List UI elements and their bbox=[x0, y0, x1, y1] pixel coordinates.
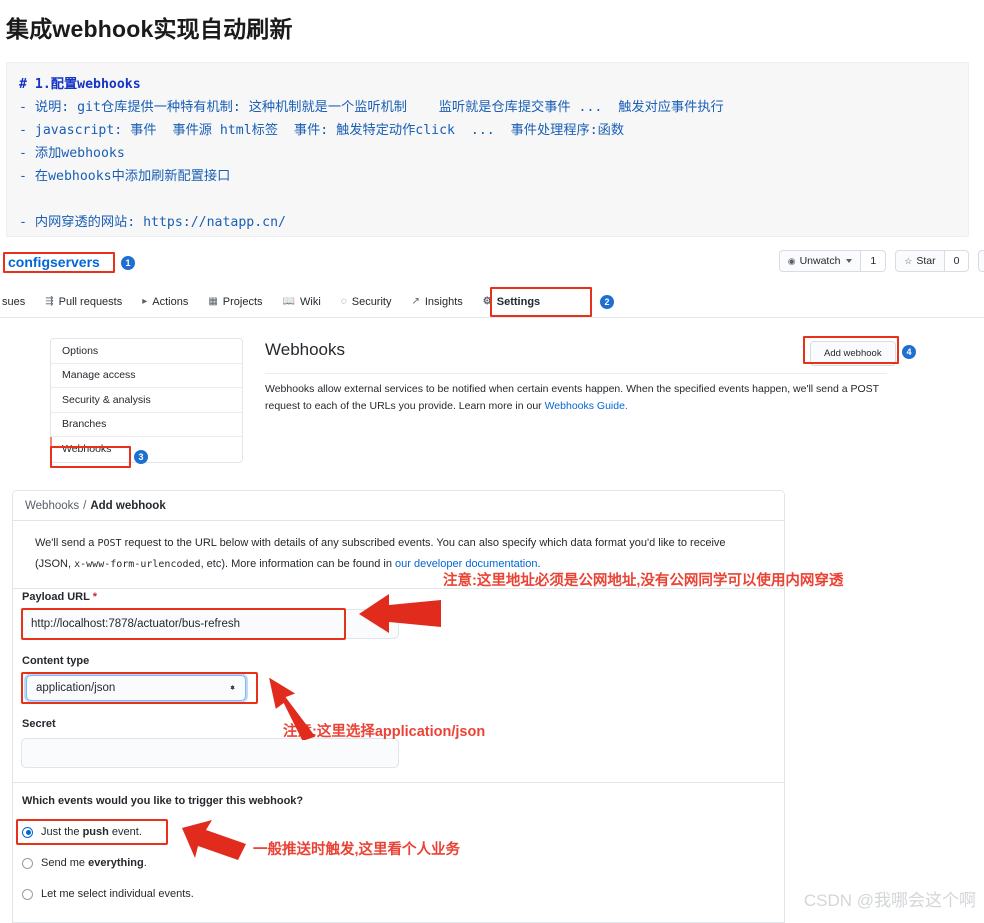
annotation-arrow-payload bbox=[359, 594, 441, 633]
eye-icon: ◉ bbox=[787, 255, 796, 266]
highlight-box-settings bbox=[490, 287, 592, 317]
nav-item-issues[interactable]: sues bbox=[0, 290, 35, 314]
nav-item-wiki[interactable]: 📖 Wiki bbox=[273, 290, 331, 314]
highlight-box-repo-name bbox=[3, 252, 115, 273]
fork-button-group[interactable]: ⇗ bbox=[978, 250, 984, 272]
payload-url-label: Payload URL * bbox=[22, 591, 97, 603]
breadcrumb-current: Add webhook bbox=[90, 499, 166, 512]
nav-item-label: Insights bbox=[424, 295, 463, 308]
settings-side-menu: Options Manage access Security & analysi… bbox=[50, 338, 243, 463]
project-board-icon: ▦ bbox=[208, 296, 218, 307]
radio-select-individual-events[interactable]: Let me select individual events. bbox=[22, 888, 194, 900]
watermark: CSDN @我哪会这个啊 bbox=[803, 891, 976, 910]
nav-item-label: Security bbox=[351, 295, 392, 308]
annotation-note-events: 一般推送时触发,这里看个人业务 bbox=[253, 842, 461, 858]
highlight-box-payload-url bbox=[21, 608, 346, 640]
star-count[interactable]: 0 bbox=[944, 250, 970, 272]
graph-icon: ↗ bbox=[411, 296, 420, 307]
fork-button[interactable]: ⇗ bbox=[978, 250, 984, 272]
unwatch-label: Unwatch bbox=[799, 254, 841, 267]
highlight-box-content-type bbox=[21, 672, 258, 704]
payload-url-label-text: Payload URL bbox=[22, 591, 90, 603]
breadcrumb: Webhooks / Add webhook bbox=[13, 491, 784, 521]
divider bbox=[12, 782, 785, 783]
nav-item-pull-requests[interactable]: ⇶ Pull requests bbox=[35, 290, 132, 314]
nav-item-label: sues bbox=[2, 295, 26, 308]
required-asterisk: * bbox=[92, 591, 97, 603]
intro-post-token: POST bbox=[97, 538, 122, 549]
shield-icon: ◌ bbox=[340, 296, 347, 307]
highlight-box-webhooks bbox=[50, 446, 131, 468]
code-line: - 内网穿透的网站: https://natapp.cn/ bbox=[19, 215, 286, 230]
sidebar-item-label: Security & analysis bbox=[62, 393, 151, 406]
annotation-badge-1: 1 bbox=[121, 256, 135, 270]
radio-icon[interactable] bbox=[22, 888, 33, 900]
sidebar-item-label: Branches bbox=[62, 418, 107, 431]
star-button[interactable]: ☆ Star bbox=[895, 250, 945, 272]
repo-nav: sues ⇶ Pull requests ▸ Actions ▦ Project… bbox=[0, 285, 550, 318]
sidebar-item-label: Manage access bbox=[62, 369, 136, 382]
chevron-down-icon bbox=[846, 259, 853, 263]
book-icon: 📖 bbox=[282, 296, 295, 307]
star-icon: ☆ bbox=[904, 255, 913, 266]
sidebar-item-branches[interactable]: Branches bbox=[51, 413, 242, 437]
nav-item-insights[interactable]: ↗ Insights bbox=[401, 290, 472, 314]
annotation-note-payload: 注意:这里地址必须是公网地址,没有公网同学可以使用内网穿透 bbox=[443, 573, 844, 589]
radio-send-everything[interactable]: Send me everything. bbox=[22, 857, 147, 869]
code-line: - 说明: git仓库提供一种特有机制: 这种机制就是一个监听机制 监听就是仓库… bbox=[19, 100, 724, 115]
sidebar-item-manage-access[interactable]: Manage access bbox=[51, 364, 242, 388]
pull-request-icon: ⇶ bbox=[45, 296, 54, 307]
code-line: - 添加webhooks bbox=[19, 146, 125, 161]
sidebar-item-label: Options bbox=[62, 344, 99, 357]
secret-input[interactable] bbox=[21, 738, 399, 768]
sidebar-item-security-analysis[interactable]: Security & analysis bbox=[51, 388, 242, 413]
content-type-label: Content type bbox=[22, 655, 90, 667]
divider bbox=[265, 373, 887, 374]
annotation-arrow-events bbox=[182, 820, 246, 860]
nav-item-security[interactable]: ◌ Security bbox=[331, 290, 402, 314]
page-root: 集成webhook实现自动刷新 # 1.配置webhooks - 说明: git… bbox=[0, 0, 984, 923]
play-icon: ▸ bbox=[142, 296, 148, 307]
highlight-box-just-push-event bbox=[16, 819, 168, 845]
radio-icon[interactable] bbox=[22, 857, 33, 869]
watch-button-group[interactable]: ◉ Unwatch 1 bbox=[778, 250, 887, 272]
code-block: # 1.配置webhooks - 说明: git仓库提供一种特有机制: 这种机制… bbox=[6, 62, 969, 237]
star-button-group[interactable]: ☆ Star 0 bbox=[895, 250, 970, 272]
nav-item-label: Actions bbox=[152, 295, 189, 308]
annotation-badge-4: 4 bbox=[902, 345, 916, 359]
code-line: - 在webhooks中添加刷新配置接口 bbox=[19, 169, 231, 184]
radio-label: Send me everything. bbox=[41, 857, 147, 869]
highlight-box-add-webhook bbox=[803, 336, 899, 364]
annotation-arrow-content-type bbox=[269, 678, 316, 740]
webhooks-heading: Webhooks bbox=[265, 340, 346, 359]
nav-item-projects[interactable]: ▦ Projects bbox=[198, 290, 272, 314]
code-line: # 1.配置webhooks bbox=[19, 77, 141, 92]
intro-urlencoded-token: x-www-form-urlencoded bbox=[74, 559, 201, 570]
sidebar-item-options[interactable]: Options bbox=[51, 339, 242, 364]
intro-seg-3: , etc). More information can be found in bbox=[200, 558, 395, 570]
webhooks-description: Webhooks allow external services to be n… bbox=[265, 381, 890, 415]
nav-item-label: Pull requests bbox=[58, 295, 123, 308]
intro-seg-1: We'll send a bbox=[35, 537, 98, 549]
page-title: 集成webhook实现自动刷新 bbox=[6, 16, 293, 42]
breadcrumb-parent[interactable]: Webhooks bbox=[25, 500, 79, 512]
unwatch-button[interactable]: ◉ Unwatch bbox=[778, 250, 862, 272]
nav-item-label: Projects bbox=[222, 295, 263, 308]
code-line: - javascript: 事件 事件源 html标签 事件: 触发特定动作cl… bbox=[19, 123, 625, 138]
watch-count[interactable]: 1 bbox=[861, 250, 887, 272]
annotation-badge-3: 3 bbox=[134, 450, 148, 464]
nav-item-label: Wiki bbox=[300, 295, 321, 308]
radio-label: Let me select individual events. bbox=[41, 888, 194, 900]
nav-item-actions[interactable]: ▸ Actions bbox=[132, 290, 198, 314]
events-question: Which events would you like to trigger t… bbox=[22, 795, 304, 807]
secret-label: Secret bbox=[22, 718, 56, 730]
annotation-badge-2: 2 bbox=[600, 295, 614, 309]
webhooks-guide-link[interactable]: Webhooks Guide. bbox=[545, 400, 628, 412]
repo-action-buttons: ◉ Unwatch 1 ☆ Star 0 ⇗ bbox=[770, 250, 984, 272]
breadcrumb-separator: / bbox=[83, 499, 87, 512]
star-label: Star bbox=[916, 254, 936, 267]
